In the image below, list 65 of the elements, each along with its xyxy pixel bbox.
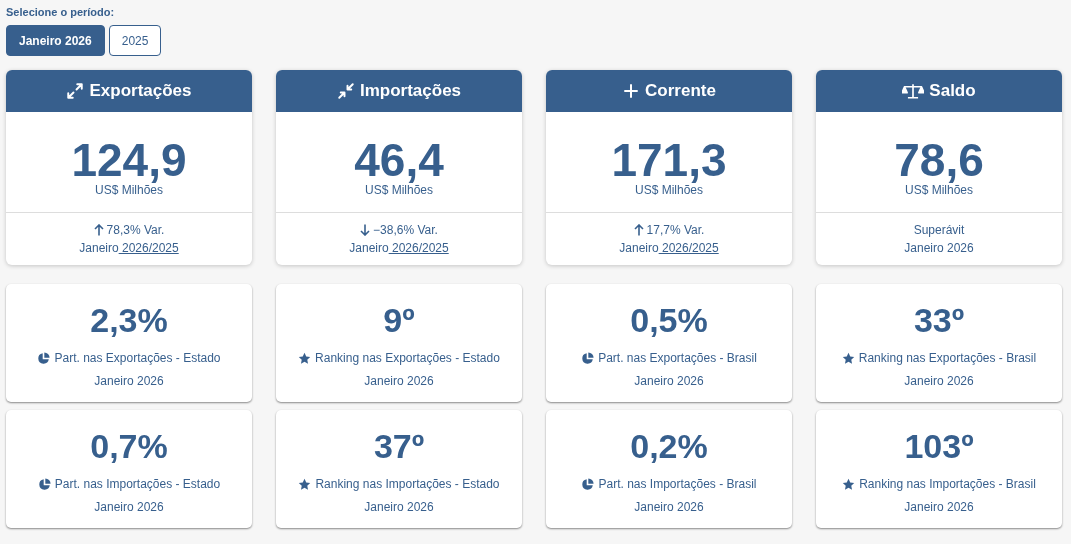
main-value: 124,9 — [71, 137, 187, 183]
stat-value: 103º — [904, 426, 974, 466]
stat-label: Ranking nas Importações - Estado — [315, 476, 500, 492]
stat-period: Janeiro 2026 — [94, 499, 164, 515]
stat-period: Janeiro 2026 — [904, 373, 974, 389]
period-label: Selecione o período: — [6, 5, 116, 19]
star-icon — [842, 477, 856, 491]
stat-period: Janeiro 2026 — [364, 499, 434, 515]
arrow-up-icon — [93, 224, 104, 236]
variation-text: 17,7% Var. — [646, 222, 705, 239]
stat-value: 0,2% — [630, 426, 708, 466]
pie-chart-icon — [581, 351, 595, 365]
pie-chart-icon — [581, 477, 595, 491]
stat-period: Janeiro 2026 — [634, 499, 704, 515]
period-text: Janeiro 2026 — [904, 240, 974, 257]
main-value: 78,6 — [894, 137, 984, 183]
stat-label: Part. nas Exportações - Brasil — [598, 350, 757, 366]
variation-text: −38,6% Var. — [373, 222, 438, 239]
stat-value: 37º — [373, 426, 425, 466]
expand-arrows-icon — [66, 82, 85, 100]
stat-value: 9º — [383, 300, 415, 340]
stat-value: 2,3% — [90, 300, 168, 340]
stat-value: 0,7% — [90, 426, 168, 466]
period-text: Janeiro — [79, 240, 119, 257]
stat-label: Part. nas Importações - Brasil — [598, 476, 757, 492]
period-option[interactable]: 2025 — [108, 25, 162, 56]
pie-chart-icon — [37, 351, 51, 365]
star-icon — [298, 477, 312, 491]
stat-period: Janeiro 2026 — [94, 373, 164, 389]
star-icon — [841, 351, 855, 365]
unit-label: US$ Milhões — [365, 183, 433, 197]
compress-arrows-icon — [336, 82, 355, 100]
star-icon — [298, 351, 312, 365]
stat-label: Ranking nas Importações - Brasil — [859, 476, 1036, 492]
period-text: Janeiro — [349, 240, 389, 257]
arrow-up-icon — [633, 224, 644, 236]
period-link[interactable]: 2026/2025 — [118, 239, 179, 257]
card-title: Corrente — [645, 80, 716, 103]
card-title: Importações — [359, 80, 462, 103]
pie-chart-icon — [37, 477, 51, 491]
balance-scale-icon — [902, 82, 925, 100]
unit-label: US$ Milhões — [95, 183, 163, 197]
main-value: 46,4 — [354, 137, 444, 183]
main-value: 171,3 — [611, 137, 727, 183]
period-link[interactable]: 2026/2025 — [388, 239, 449, 257]
unit-label: US$ Milhões — [905, 183, 973, 197]
period-option[interactable]: Janeiro 2026 — [6, 25, 105, 56]
unit-label: US$ Milhões — [635, 183, 703, 197]
plus-icon — [622, 82, 641, 100]
period-link[interactable]: 2026/2025 — [658, 239, 719, 257]
period-text: Janeiro — [619, 240, 659, 257]
arrow-down-icon — [360, 224, 371, 236]
card-title: Saldo — [929, 80, 976, 103]
stat-value: 33º — [913, 300, 965, 340]
stat-period: Janeiro 2026 — [904, 499, 974, 515]
stat-label: Ranking nas Exportações - Brasil — [858, 350, 1037, 366]
stat-period: Janeiro 2026 — [634, 373, 704, 389]
variation-text: 78,3% Var. — [106, 222, 165, 239]
stat-period: Janeiro 2026 — [364, 373, 434, 389]
balance-note: Superávit — [913, 222, 965, 239]
stat-label: Part. nas Importações - Estado — [54, 476, 221, 492]
card-title: Exportações — [89, 80, 192, 103]
stat-label: Ranking nas Exportações - Estado — [315, 350, 500, 366]
stat-label: Part. nas Exportações - Estado — [54, 350, 221, 366]
stat-value: 0,5% — [630, 300, 708, 340]
